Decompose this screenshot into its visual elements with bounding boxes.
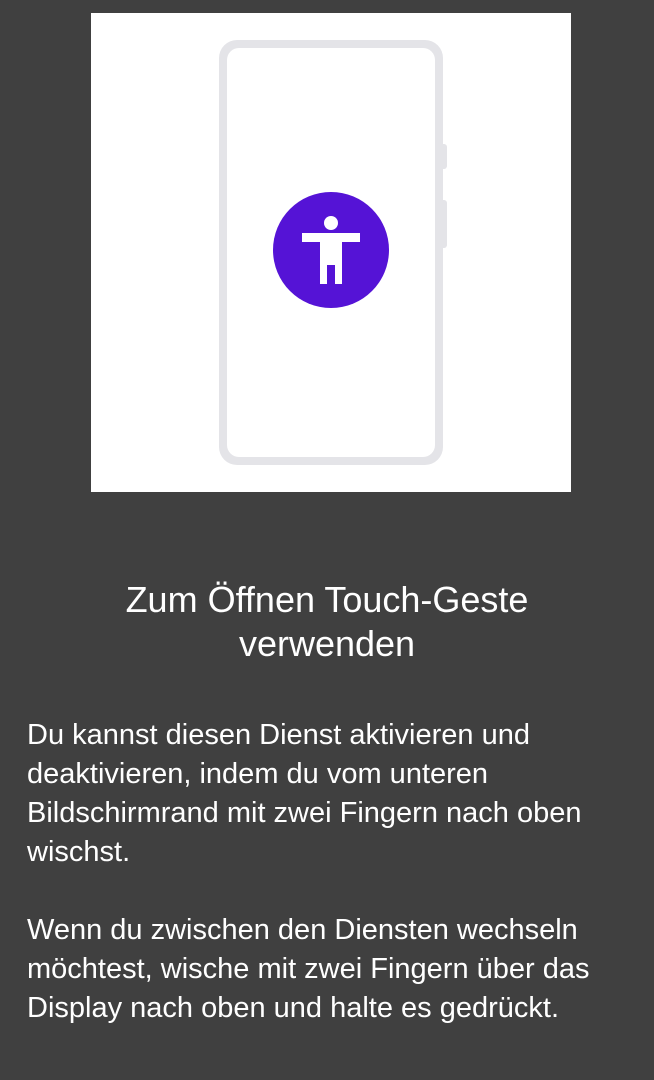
dialog-title: Zum Öffnen Touch-Geste verwenden xyxy=(125,579,529,664)
instruction-paragraph-1: Du kannst diesen Dienst aktivieren und d… xyxy=(27,719,582,868)
instruction-paragraph-2: Wenn du zwischen den Diensten wechseln m… xyxy=(27,914,590,1024)
accessibility-icon xyxy=(273,192,389,308)
phone-illustration xyxy=(219,40,447,465)
gesture-illustration xyxy=(91,13,571,492)
gesture-tutorial-screen: Zum Öffnen Touch-Geste verwenden Du kann… xyxy=(0,0,654,1080)
